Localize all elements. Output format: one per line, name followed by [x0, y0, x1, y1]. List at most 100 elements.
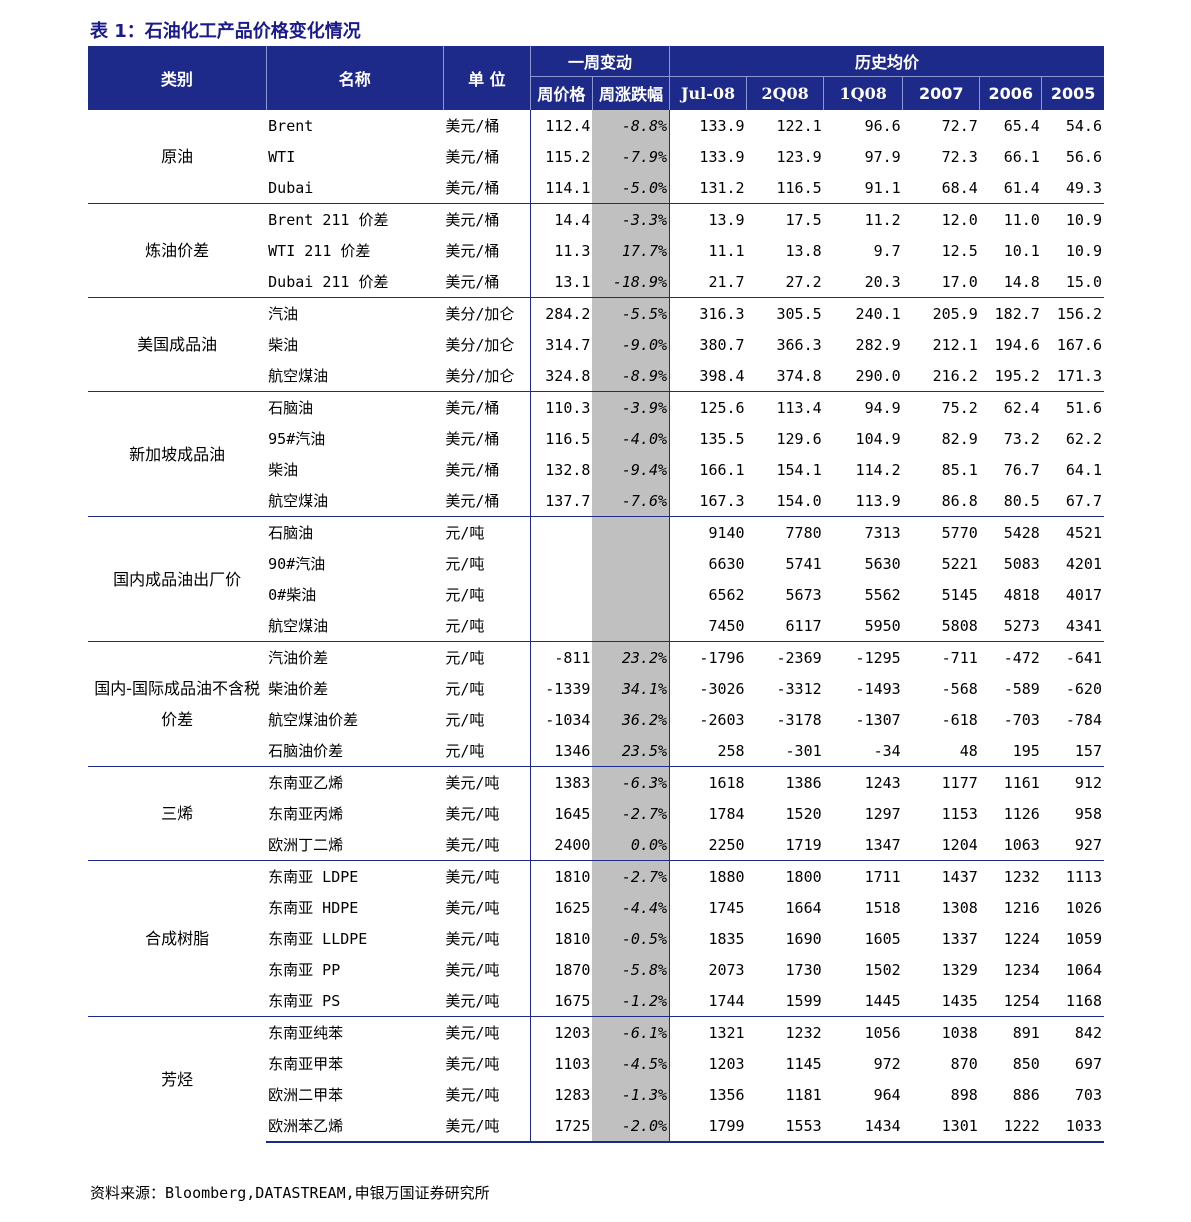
history-value: 27.2: [785, 272, 822, 291]
history-value: -2603: [669, 704, 747, 735]
history-value: 1329: [941, 960, 978, 979]
product-name: 石脑油: [266, 391, 444, 423]
history-value: 72.7: [902, 109, 980, 141]
history-value: 7450: [669, 610, 747, 642]
history-value: 91.1: [864, 178, 901, 197]
history-value: 49.3: [1065, 178, 1102, 197]
category-cell: 国内-国际成品油不含税价差: [88, 641, 267, 767]
history-value: 12.5: [941, 241, 978, 260]
unit-cell: 美元/桶: [445, 179, 500, 197]
week-price: 11.3: [529, 235, 593, 266]
week-change: -5.8%: [592, 954, 670, 985]
product-name: 东南亚 PP: [268, 961, 341, 979]
table-title: 表 1：石油化工产品价格变化情况: [90, 21, 361, 42]
product-name: 航空煤油价差: [268, 711, 359, 729]
product-name: 柴油: [268, 336, 299, 354]
history-value: 1690: [785, 929, 822, 948]
history-value: 1168: [1065, 991, 1102, 1010]
history-value: 1059: [1065, 929, 1102, 948]
week-change: -1.3%: [592, 1079, 670, 1110]
history-value: 398.4: [669, 360, 747, 392]
history-value: 62.4: [979, 391, 1042, 423]
history-value: 194.6: [994, 335, 1040, 354]
product-name: WTI 211 价差: [268, 242, 371, 260]
history-value: 1161: [979, 766, 1042, 798]
history-value: 5630: [864, 554, 901, 573]
history-value: -703: [1003, 710, 1040, 729]
history-value: -1796: [669, 641, 747, 673]
week-change: -4.4%: [592, 892, 670, 923]
week-price: 115.2: [529, 141, 593, 172]
history-value: 13.9: [669, 203, 747, 235]
week-change: 23.5%: [592, 735, 670, 767]
history-value: 850: [1012, 1054, 1040, 1073]
history-value: 1719: [785, 835, 822, 854]
header-period: 1Q08: [823, 76, 903, 110]
history-value: 1745: [669, 892, 747, 923]
history-value: 11.1: [669, 235, 747, 266]
header-category: 类别: [88, 46, 267, 110]
history-value: -34: [873, 741, 901, 760]
header-unit: 单 位: [442, 46, 531, 110]
history-value: 4017: [1065, 585, 1102, 604]
history-value: 123.9: [776, 147, 822, 166]
history-value: 1232: [746, 1016, 824, 1048]
history-value: 1308: [941, 898, 978, 917]
week-change: 36.2%: [592, 704, 670, 735]
history-value: -3312: [776, 679, 822, 698]
history-value: 7780: [746, 516, 824, 548]
history-value: 1216: [1003, 898, 1040, 917]
history-value: 54.6: [1041, 109, 1104, 141]
category-cell: 新加坡成品油: [88, 391, 267, 517]
week-price: 1725: [529, 1110, 593, 1143]
history-value: 240.1: [823, 297, 903, 329]
unit-cell: 元/吨: [443, 516, 531, 548]
week-price: 1645: [529, 798, 593, 829]
history-value: 122.1: [746, 109, 824, 141]
history-value: 68.4: [941, 178, 978, 197]
product-name: 东南亚 HDPE: [268, 899, 359, 917]
history-value: 97.9: [864, 147, 901, 166]
history-value: 1203: [669, 1048, 747, 1079]
table-body: 原油 Brent 美元/桶 112.4 -8.8% 133.9 122.1 96.6 72.7 6…: [88, 109, 1104, 1143]
week-price: [529, 579, 593, 610]
history-value: -472: [979, 641, 1042, 673]
header-historical-average: 历史均价: [669, 46, 1104, 77]
unit-cell: 美分/加仑: [443, 297, 531, 329]
week-change: -8.9%: [592, 360, 670, 392]
source-note: 资料来源：Bloomberg,DATASTREAM,申银万国证券研究所: [90, 1184, 490, 1202]
week-change: -9.0%: [592, 329, 670, 360]
history-value: 1880: [669, 860, 747, 892]
week-price: 13.1: [529, 266, 593, 298]
product-name: 90#汽油: [268, 555, 326, 573]
history-value: 9.7: [873, 241, 901, 260]
unit-cell: 美元/桶: [445, 273, 500, 291]
week-price: -811: [529, 641, 593, 673]
unit-cell: 美分/加仑: [445, 367, 515, 385]
history-value: 305.5: [746, 297, 824, 329]
unit-cell: 元/吨: [445, 555, 485, 573]
product-name: 东南亚纯苯: [266, 1016, 444, 1048]
history-value: 891: [979, 1016, 1042, 1048]
history-value: 1063: [1003, 835, 1040, 854]
header-period: 2005: [1041, 76, 1104, 110]
category-cell: 合成树脂: [88, 860, 267, 1017]
history-value: 697: [1074, 1054, 1102, 1073]
week-price: 1810: [529, 860, 593, 892]
table-header: 类别 名称 单 位 一周变动 历史均价 周价格 周涨跌幅 Jul-08 2Q08…: [88, 46, 1104, 110]
week-change: -18.9%: [592, 266, 670, 298]
history-value: 11.2: [823, 203, 903, 235]
history-value: 958: [1074, 804, 1102, 823]
history-value: 125.6: [669, 391, 747, 423]
history-value: 76.7: [1003, 460, 1040, 479]
history-value: 1177: [902, 766, 980, 798]
week-change: -0.5%: [592, 923, 670, 954]
product-name: 航空煤油: [268, 367, 329, 385]
history-value: 5428: [979, 516, 1042, 548]
history-value: 133.9: [669, 109, 747, 141]
week-price: 1203: [529, 1016, 593, 1048]
header-week-price: 周价格: [529, 76, 593, 110]
product-name: 柴油价差: [268, 680, 329, 698]
history-value: 972: [873, 1054, 901, 1073]
header-name: 名称: [265, 46, 444, 110]
